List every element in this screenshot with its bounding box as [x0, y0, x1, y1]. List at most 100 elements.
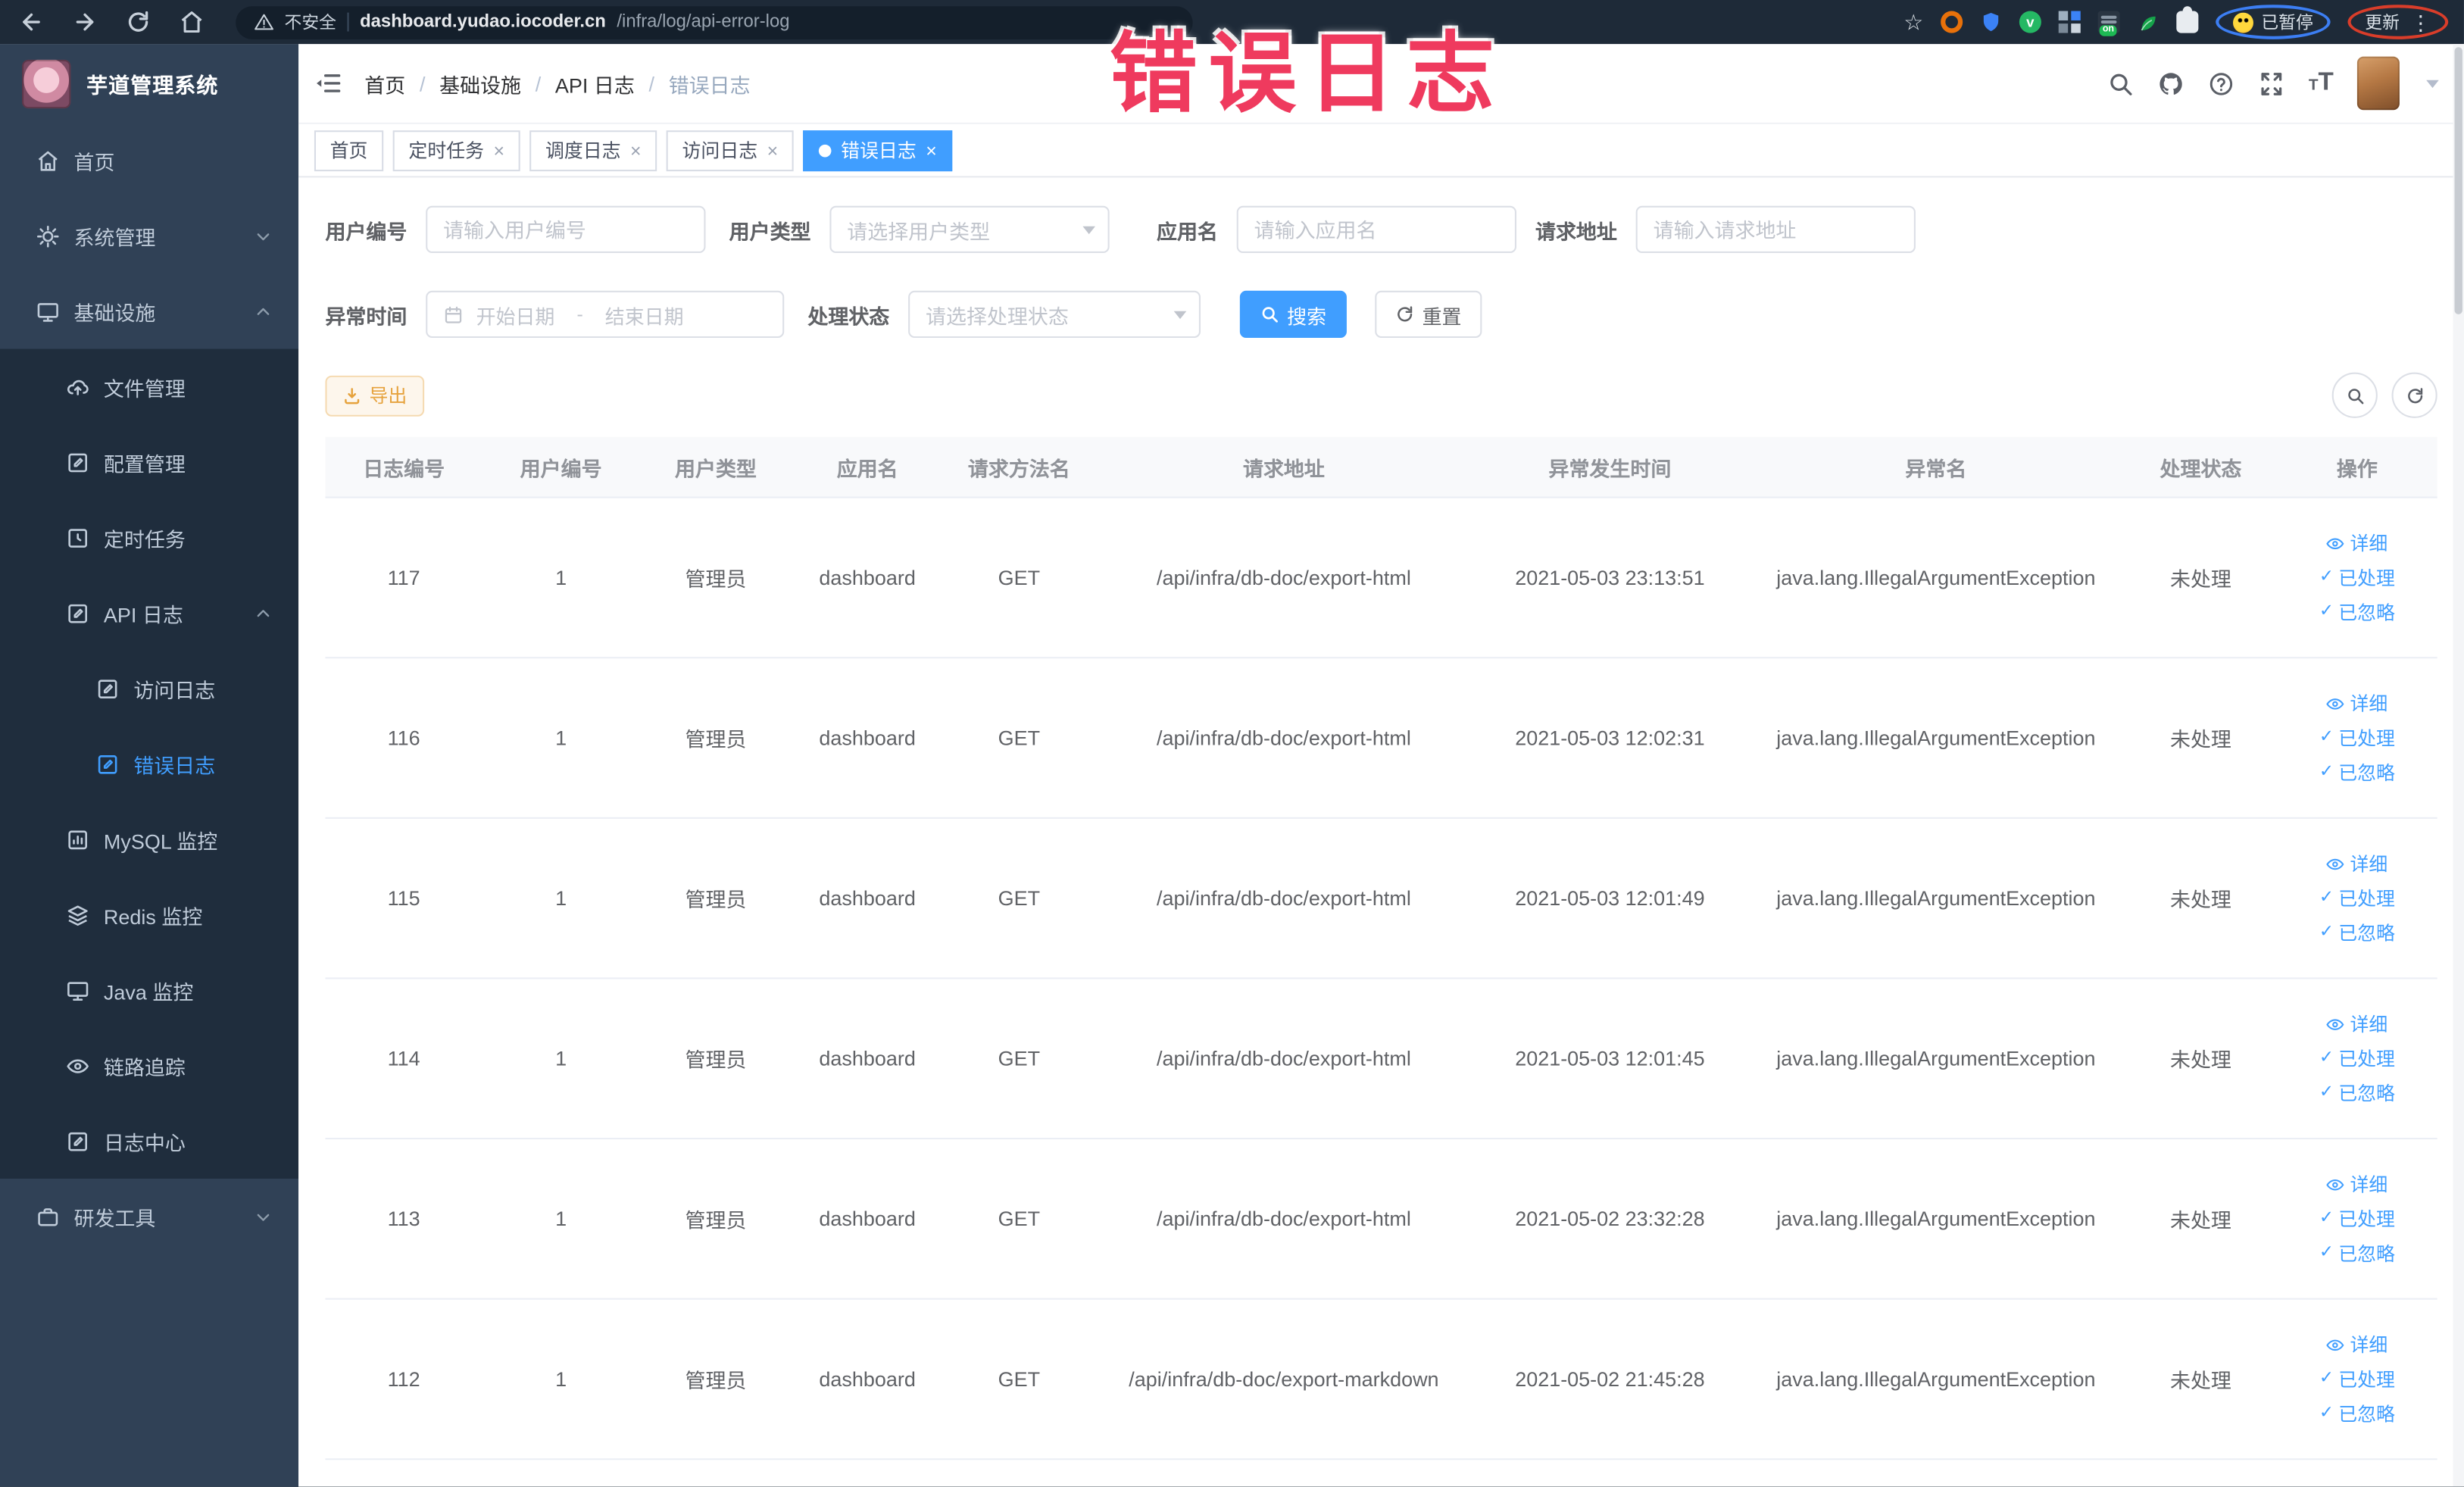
action-detail[interactable]: 详细: [2326, 1011, 2387, 1037]
cell-method: GET: [998, 565, 1041, 589]
extension-shield-icon[interactable]: [1980, 11, 2002, 33]
help-icon[interactable]: [2208, 70, 2234, 96]
action-detail[interactable]: 详细: [2326, 690, 2387, 717]
close-icon[interactable]: ×: [493, 141, 504, 160]
user-type-label: 用户类型: [729, 219, 811, 243]
avatar[interactable]: [2356, 56, 2400, 111]
cell-app-name: dashboard: [819, 726, 916, 750]
sidebar-item-cron-jobs[interactable]: 定时任务: [0, 500, 298, 576]
action-detail[interactable]: 详细: [2326, 1331, 2387, 1357]
scrollbar-thumb[interactable]: [2454, 47, 2462, 314]
export-button[interactable]: 导出: [325, 374, 425, 416]
font-size-icon[interactable]: TT: [2309, 69, 2334, 97]
breadcrumb-home[interactable]: 首页: [364, 68, 405, 98]
action-ignored[interactable]: ✓ 已忽略: [2319, 598, 2395, 625]
close-icon[interactable]: ×: [767, 141, 779, 160]
not-secure-icon: [255, 13, 273, 32]
update-button[interactable]: 更新: [2365, 9, 2400, 34]
back-icon[interactable]: [19, 9, 44, 34]
bookmark-star-icon[interactable]: ☆: [1903, 11, 1923, 33]
action-processed[interactable]: ✓ 已处理: [2319, 1045, 2395, 1072]
security-label[interactable]: 不安全: [285, 9, 336, 34]
extension-orange-icon[interactable]: [1941, 11, 1963, 33]
sidebar-item-log-center[interactable]: 日志中心: [0, 1103, 298, 1179]
address-bar[interactable]: 不安全 dashboard.yudao.iocoder.cn/infra/log…: [236, 5, 1193, 39]
tampermonkey-emoji-icon[interactable]: [2233, 11, 2253, 33]
sidebar-item-api-log[interactable]: API 日志: [0, 575, 298, 651]
breadcrumb-infrastructure[interactable]: 基础设施: [439, 68, 521, 98]
action-ignored[interactable]: ✓ 已忽略: [2319, 920, 2395, 946]
action-detail[interactable]: 详细: [2326, 850, 2387, 876]
action-processed[interactable]: ✓ 已处理: [2319, 1366, 2395, 1392]
tab-access-log[interactable]: 访问日志 ×: [666, 130, 794, 171]
close-icon[interactable]: ×: [630, 141, 642, 160]
breadcrumb-api-log[interactable]: API 日志: [555, 68, 635, 98]
github-icon[interactable]: [2158, 70, 2184, 96]
sidebar-item-label: 访问日志: [133, 678, 216, 702]
home-icon[interactable]: [180, 9, 205, 34]
sidebar-item-dev-tools[interactable]: 研发工具: [0, 1179, 298, 1254]
url-domain[interactable]: dashboard.yudao.iocoder.cn: [360, 13, 606, 32]
app-logo-row[interactable]: 芋道管理系统: [0, 44, 298, 123]
action-ignored[interactable]: ✓ 已忽略: [2319, 1400, 2395, 1426]
toggle-search-icon[interactable]: [2331, 372, 2378, 418]
extensions-puzzle-icon[interactable]: [2176, 6, 2199, 33]
app-name-input[interactable]: [1236, 205, 1517, 254]
url-path[interactable]: /infra/log/api-error-log: [617, 13, 789, 32]
extension-v-icon[interactable]: v: [2019, 11, 2041, 33]
exception-time-label: 异常时间: [325, 304, 408, 328]
close-icon[interactable]: ×: [926, 141, 937, 160]
action-processed[interactable]: ✓ 已处理: [2319, 885, 2395, 911]
filter-row-2: 异常时间 开始日期 - 结束日期 处理状态 请选择处理状态 搜索 重置: [325, 290, 2437, 339]
tab-cron-jobs[interactable]: 定时任务 ×: [392, 130, 520, 171]
request-url-input[interactable]: [1635, 205, 1916, 254]
action-label: 已处理: [2338, 888, 2395, 911]
sidebar-item-access-log[interactable]: 访问日志: [0, 651, 298, 726]
action-processed[interactable]: ✓ 已处理: [2319, 564, 2395, 591]
action-ignored[interactable]: ✓ 已忽略: [2319, 759, 2395, 786]
user-type-select[interactable]: 请选择用户类型: [829, 205, 1110, 254]
action-ignored[interactable]: ✓ 已忽略: [2319, 1079, 2395, 1106]
fullscreen-icon[interactable]: [2258, 70, 2284, 96]
tab-error-log[interactable]: 错误日志 ×: [803, 130, 953, 171]
annotation-ellipse-update: 更新 ⋮: [2347, 5, 2449, 39]
paused-badge[interactable]: 已暂停: [2261, 9, 2313, 34]
tab-schedule-log[interactable]: 调度日志 ×: [529, 130, 657, 171]
user-id-input[interactable]: [426, 205, 706, 254]
page-scrollbar[interactable]: [2453, 44, 2464, 1487]
extension-leaf-icon[interactable]: [2137, 11, 2159, 33]
extension-switch-icon[interactable]: on: [2097, 11, 2120, 36]
sidebar-item-home[interactable]: 首页: [0, 123, 298, 198]
edit-square-icon: [66, 450, 89, 473]
action-processed[interactable]: ✓ 已处理: [2319, 724, 2395, 751]
sidebar-item-file-mgmt[interactable]: 文件管理: [0, 349, 298, 425]
sidebar-item-java-monitor[interactable]: Java 监控: [0, 952, 298, 1028]
caret-down-icon[interactable]: [2426, 79, 2439, 88]
action-processed[interactable]: ✓ 已处理: [2319, 1205, 2395, 1232]
search-icon[interactable]: [2107, 70, 2134, 96]
sidebar-item-config-mgmt[interactable]: 配置管理: [0, 424, 298, 500]
sidebar-item-error-log[interactable]: 错误日志: [0, 726, 298, 801]
sidebar-item-redis-monitor[interactable]: Redis 监控: [0, 877, 298, 953]
exception-time-range-picker[interactable]: 开始日期 - 结束日期: [426, 290, 785, 339]
sidebar-item-system-mgmt[interactable]: 系统管理: [0, 198, 298, 273]
action-detail[interactable]: 详细: [2326, 530, 2387, 556]
cell-process-status: 未处理: [2169, 567, 2231, 592]
reload-icon[interactable]: [126, 9, 151, 34]
sidebar-item-infrastructure[interactable]: 基础设施: [0, 273, 298, 349]
browser-menu-icon[interactable]: ⋮: [2410, 12, 2431, 33]
search-button[interactable]: 搜索: [1239, 290, 1348, 339]
sidebar: 芋道管理系统 首页 系统管理 基础设施 文件管理 配置管理 定时任务 API 日…: [0, 44, 299, 1487]
sidebar-item-trace[interactable]: 链路追踪: [0, 1028, 298, 1104]
action-ignored[interactable]: ✓ 已忽略: [2319, 1240, 2395, 1267]
refresh-table-icon[interactable]: [2391, 372, 2437, 418]
sidebar-item-mysql-monitor[interactable]: MySQL 监控: [0, 801, 298, 877]
collapse-sidebar-icon[interactable]: [314, 69, 342, 97]
sidebar-submenu-infrastructure: 文件管理 配置管理 定时任务 API 日志 访问日志 错误日志 MySQL 监控…: [0, 348, 299, 1179]
process-status-select[interactable]: 请选择处理状态: [908, 290, 1201, 339]
extension-grid-icon[interactable]: [2058, 11, 2081, 33]
tab-home[interactable]: 首页: [314, 130, 384, 171]
action-detail[interactable]: 详细: [2326, 1171, 2387, 1198]
forward-icon[interactable]: [72, 9, 97, 34]
reset-button[interactable]: 重置: [1375, 290, 1482, 339]
